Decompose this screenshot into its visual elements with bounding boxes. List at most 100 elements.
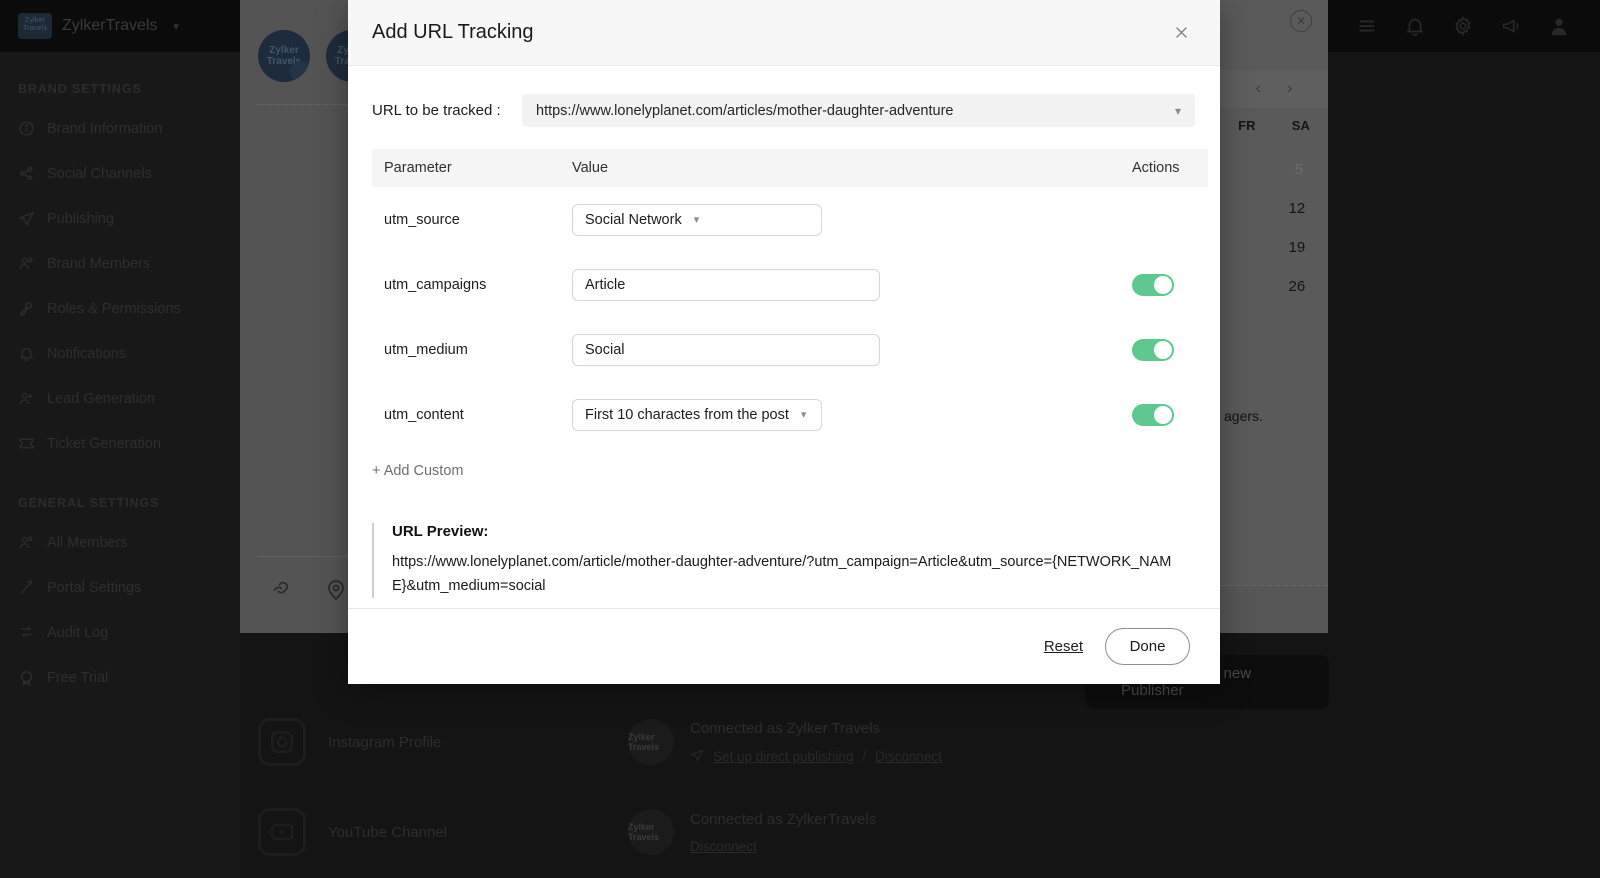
utm-campaigns-input[interactable]: Article [572, 268, 880, 301]
sidebar-item-label: Brand Information [47, 120, 163, 137]
utm-medium-input[interactable]: Social [572, 333, 880, 366]
sidebar-item-brand-information[interactable]: Brand Information [0, 106, 240, 151]
url-to-track-row: URL to be tracked : https://www.lonelypl… [348, 66, 1220, 127]
sidebar-item-publishing[interactable]: Publishing [0, 196, 240, 241]
utm-medium-value: Social [585, 341, 625, 358]
channel-meta: Connected as ZylkerTravels Disconnect [690, 811, 876, 854]
send-icon [18, 210, 35, 227]
chevron-down-icon: ▾ [173, 20, 179, 33]
sidebar-item-notifications[interactable]: Notifications [0, 331, 240, 376]
calendar-week-row: 26 [1220, 267, 1328, 306]
sidebar-item-portal-settings[interactable]: Portal Settings [0, 565, 240, 610]
utm-source-select[interactable]: Social Network ▾ [572, 203, 822, 236]
avatar[interactable]: Zylker Travels [258, 30, 310, 82]
calendar-footer [1220, 585, 1328, 633]
calendar-date-cell[interactable]: 12 [1288, 200, 1305, 217]
toggle-knob [1154, 340, 1172, 359]
brand-switcher[interactable]: Zylker Travels ZylkerTravels ▾ [0, 0, 240, 52]
channel-name: Instagram Profile [328, 733, 442, 751]
channel-row-youtube[interactable]: YouTube Channel Zylker Travels Connected… [258, 808, 876, 856]
divider [258, 556, 358, 557]
calendar-day-header: FR [1238, 118, 1256, 133]
calendar-nav: ‹ › [1220, 70, 1328, 108]
utm-campaigns-toggle[interactable] [1132, 273, 1174, 296]
column-header-parameter: Parameter [384, 160, 452, 176]
divider [258, 104, 350, 105]
avatar: Zylker Travels [628, 809, 674, 855]
avatar-icon[interactable] [1548, 15, 1570, 37]
channel-actions: Disconnect [690, 839, 876, 854]
parameter-value-cell: Social [572, 333, 1132, 366]
calendar-date-cell[interactable]: 19 [1288, 239, 1305, 256]
menu-icon[interactable] [1356, 15, 1378, 37]
parameter-actions-cell [1132, 338, 1208, 361]
utm-campaigns-value: Article [585, 276, 626, 293]
channel-name: YouTube Channel [328, 823, 447, 841]
close-circle-icon[interactable]: ✕ [1290, 10, 1312, 32]
sidebar-item-free-trial[interactable]: Free Trial [0, 655, 240, 700]
link-icon[interactable] [268, 578, 292, 602]
location-pin-icon[interactable] [324, 578, 348, 602]
table-row: utm_content First 10 charactes from the … [372, 382, 1208, 447]
add-custom-button[interactable]: + Add Custom [372, 463, 1220, 479]
toggle-knob [1154, 275, 1172, 294]
sidebar-item-label: Ticket Generation [47, 435, 161, 452]
sidebar-item-label: Roles & Permissions [47, 300, 181, 317]
dialog-footer: Reset Done [348, 608, 1220, 684]
megaphone-icon[interactable] [1500, 15, 1522, 37]
sidebar-item-all-members[interactable]: All Members [0, 520, 240, 565]
channel-row-instagram[interactable]: Instagram Profile Zylker Travels Connect… [258, 718, 942, 766]
avatar-badge-icon [290, 61, 310, 82]
sidebar-section-general-settings: GENERAL SETTINGS [18, 496, 160, 510]
chevron-left-icon[interactable]: ‹ [1256, 80, 1261, 98]
sidebar-item-audit-log[interactable]: Audit Log [0, 610, 240, 655]
url-select[interactable]: https://www.lonelyplanet.com/articles/mo… [522, 94, 1195, 127]
disconnect-link[interactable]: Disconnect [875, 749, 942, 764]
sidebar-item-label: Audit Log [47, 624, 109, 641]
setup-direct-publishing-link[interactable]: Set up direct publishing [713, 749, 853, 764]
youtube-icon [258, 808, 306, 856]
utm-medium-toggle[interactable] [1132, 338, 1174, 361]
table-row: utm_source Social Network ▾ [372, 187, 1208, 252]
calendar-day-header: SA [1291, 118, 1310, 133]
users-icon [18, 534, 35, 551]
sidebar-item-social-channels[interactable]: Social Channels [0, 151, 240, 196]
sidebar-item-label: Free Trial [47, 669, 109, 686]
channel-meta: Connected as Zylker Travels Set up direc… [690, 720, 942, 765]
key-icon [18, 300, 35, 317]
parameter-actions-cell [1132, 403, 1208, 426]
add-url-tracking-dialog: Add URL Tracking URL to be tracked : htt… [348, 0, 1220, 684]
close-icon[interactable] [1166, 18, 1196, 48]
sidebar-item-ticket-generation[interactable]: Ticket Generation [0, 421, 240, 466]
calendar-week-row: 12 [1220, 189, 1328, 228]
table-row: utm_medium Social [372, 317, 1208, 382]
sidebar-divider [0, 466, 240, 496]
dialog-header: Add URL Tracking [348, 0, 1220, 66]
utm-content-select[interactable]: First 10 charactes from the post ▾ [572, 398, 822, 431]
calendar-dates: 5 12 19 26 [1220, 150, 1328, 306]
sidebar-item-lead-generation[interactable]: Lead Generation [0, 376, 240, 421]
url-select-value: https://www.lonelyplanet.com/articles/mo… [536, 102, 954, 119]
bell-icon[interactable] [1404, 15, 1426, 37]
sidebar-item-roles-permissions[interactable]: Roles & Permissions [0, 286, 240, 331]
top-nav-actions [1356, 15, 1600, 37]
utm-content-toggle[interactable] [1132, 403, 1174, 426]
calendar-week-row: 19 [1220, 228, 1328, 267]
avatar-label: Zylker Travels [628, 822, 660, 842]
done-button[interactable]: Done [1105, 628, 1190, 665]
sidebar-item-brand-members[interactable]: Brand Members [0, 241, 240, 286]
parameter-actions-cell [1132, 273, 1208, 296]
parameters-table: Parameter Value Actions utm_source Socia… [372, 149, 1208, 447]
chevron-right-icon[interactable]: › [1287, 80, 1292, 98]
calendar-date-cell[interactable]: 26 [1288, 278, 1305, 295]
info-icon [18, 120, 35, 137]
parameter-name: utm_campaigns [384, 276, 487, 293]
reset-button[interactable]: Reset [1044, 638, 1083, 655]
parameter-name: utm_medium [384, 341, 468, 358]
disconnect-link[interactable]: Disconnect [690, 839, 757, 854]
send-icon [690, 748, 704, 765]
avatar-label: Zylker Travels [628, 732, 660, 752]
calendar-date-cell[interactable]: 5 [1295, 161, 1303, 178]
url-to-track-label: URL to be tracked : [372, 102, 501, 119]
gear-icon[interactable] [1452, 15, 1474, 37]
